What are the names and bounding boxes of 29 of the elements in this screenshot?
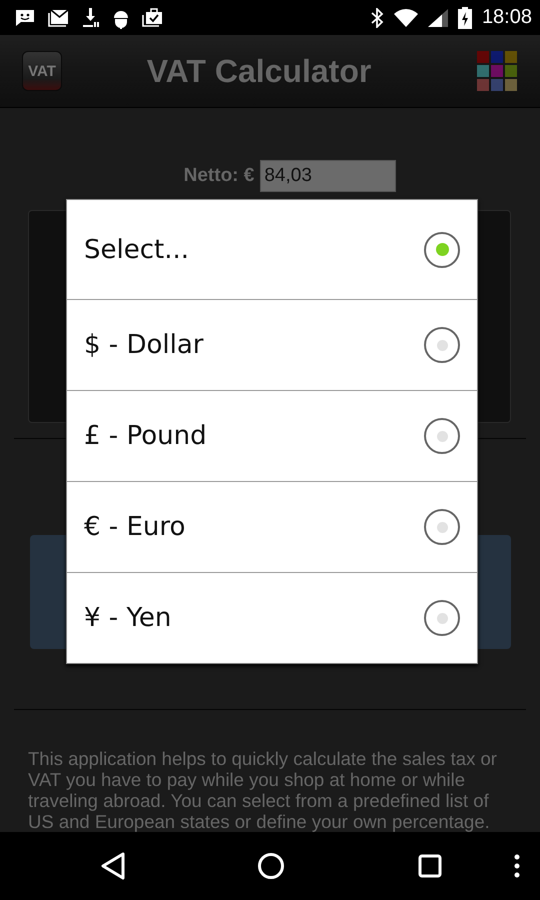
- netto-input-field[interactable]: 84,03: [260, 160, 396, 192]
- radio-button[interactable]: [424, 327, 460, 363]
- mail-icon: [48, 8, 70, 28]
- recents-icon[interactable]: [418, 854, 442, 878]
- radio-button[interactable]: [424, 418, 460, 454]
- battery-charging-icon: [458, 6, 472, 28]
- radio-button[interactable]: [424, 232, 460, 268]
- bluetooth-icon: [370, 8, 384, 28]
- currency-option[interactable]: € - Euro: [67, 481, 477, 572]
- currency-option[interactable]: $ - Dollar: [67, 299, 477, 390]
- signal-icon: [428, 8, 448, 26]
- clock-time: 18:08: [482, 6, 532, 29]
- chat-icon: [14, 8, 36, 28]
- radio-button[interactable]: [424, 509, 460, 545]
- more-icon[interactable]: [514, 854, 520, 878]
- back-icon[interactable]: [100, 852, 126, 880]
- color-grid-icon[interactable]: [476, 50, 518, 92]
- home-icon[interactable]: [257, 852, 285, 880]
- app-logo: VAT: [22, 51, 62, 91]
- currency-option[interactable]: £ - Pound: [67, 390, 477, 481]
- download-icon: [82, 6, 100, 28]
- description-text: This application helps to quickly calculate the sales tax or VAT you have to pay while you shop at home or while traveling abroad. You can select from a predefined list of US and European states or define your own percentage.: [28, 748, 498, 832]
- wifi-icon: [394, 8, 418, 26]
- currency-option[interactable]: Select...: [67, 200, 477, 299]
- radio-button[interactable]: [424, 600, 460, 636]
- currency-option[interactable]: ¥ - Yen: [67, 572, 477, 663]
- briefcase-check-icon: [142, 8, 164, 28]
- netto-label: Netto: €: [184, 165, 254, 187]
- app-title: VAT Calculator: [146, 52, 372, 90]
